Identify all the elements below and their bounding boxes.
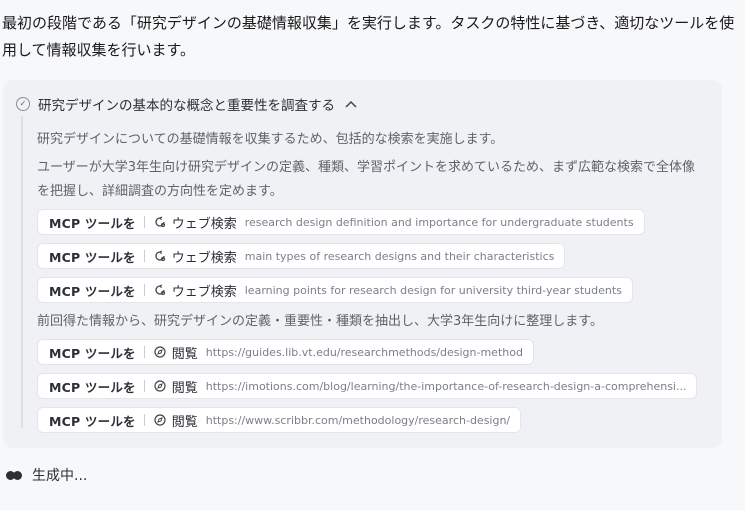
tool-call-search[interactable]: MCP ツールを ウェブ検索 learning points for resea…: [37, 277, 633, 303]
tool-argument: learning points for research design for …: [244, 283, 622, 297]
tool-action-label: ウェブ検索: [171, 216, 237, 232]
compass-icon: [154, 414, 166, 426]
tool-action-label: ウェブ検索: [171, 250, 237, 266]
tool-call-search[interactable]: MCP ツールを ウェブ検索 research design definitio…: [37, 209, 645, 235]
tool-source-label: MCP ツールを: [49, 379, 136, 395]
timeline-rail: [21, 116, 23, 428]
tool-action-label: 閲覧: [171, 346, 198, 362]
tool-argument: https://guides.lib.vt.edu/researchmethod…: [205, 345, 523, 359]
thought-text: ユーザーが大学3年生向け研究デザインの定義、種類、学習ポイントを求めているため、…: [37, 160, 696, 199]
tool-source-label: MCP ツールを: [49, 249, 136, 265]
tool-action-label: 閲覧: [171, 380, 198, 396]
tool-source-label: MCP ツールを: [49, 215, 136, 231]
tool-action-label: 閲覧: [171, 414, 198, 430]
tool-action-label: ウェブ検索: [171, 284, 237, 300]
thought-text: 研究デザインについての基礎情報を収集するため、包括的な検索を実施します。: [37, 132, 504, 147]
task-title: 研究デザインの基本的な概念と重要性を調査する: [38, 98, 335, 114]
tool-call-browse[interactable]: MCP ツールを 閲覧 https://imotions.com/blog/le…: [37, 373, 698, 399]
tool-argument: https://imotions.com/blog/learning/the-i…: [205, 379, 687, 393]
divider: [143, 250, 145, 262]
tool-argument: research design definition and importanc…: [244, 215, 634, 229]
status-label: 生成中...: [32, 468, 88, 484]
thought-text: 前回得た情報から、研究デザインの定義・重要性・種類を抽出し、大学3年生向けに整理…: [37, 314, 603, 329]
divider: [143, 346, 145, 358]
task-header[interactable]: ✓ 研究デザインの基本的な概念と重要性を調査する: [16, 94, 357, 114]
divider: [143, 414, 145, 426]
divider: [143, 380, 145, 392]
divider: [143, 284, 145, 296]
tool-argument: main types of research designs and their…: [244, 249, 555, 263]
generating-status: 生成中...: [6, 465, 87, 485]
search-spinner-icon: [154, 250, 166, 262]
tool-call-search[interactable]: MCP ツールを ウェブ検索 main types of research de…: [37, 243, 566, 269]
divider: [143, 216, 145, 228]
intro-message: 最初の段階である「研究デザインの基礎情報収集」を実行します。タスクの特性に基づき…: [2, 14, 735, 59]
tool-source-label: MCP ツールを: [49, 413, 136, 429]
search-spinner-icon: [154, 284, 166, 296]
task-panel: ✓ 研究デザインの基本的な概念と重要性を調査する 研究デザインについての基礎情報…: [3, 80, 722, 448]
loading-dots-icon: [6, 470, 22, 480]
tool-call-browse[interactable]: MCP ツールを 閲覧 https://www.scribbr.com/meth…: [37, 407, 522, 433]
search-spinner-icon: [154, 216, 166, 228]
chevron-up-icon[interactable]: [345, 97, 357, 111]
tool-argument: https://www.scribbr.com/methodology/rese…: [205, 413, 511, 427]
tool-call-browse[interactable]: MCP ツールを 閲覧 https://guides.lib.vt.edu/re…: [37, 339, 534, 365]
compass-icon: [154, 380, 166, 392]
tool-source-label: MCP ツールを: [49, 283, 136, 299]
check-circle-icon: ✓: [16, 97, 30, 111]
tool-source-label: MCP ツールを: [49, 345, 136, 361]
compass-icon: [154, 346, 166, 358]
